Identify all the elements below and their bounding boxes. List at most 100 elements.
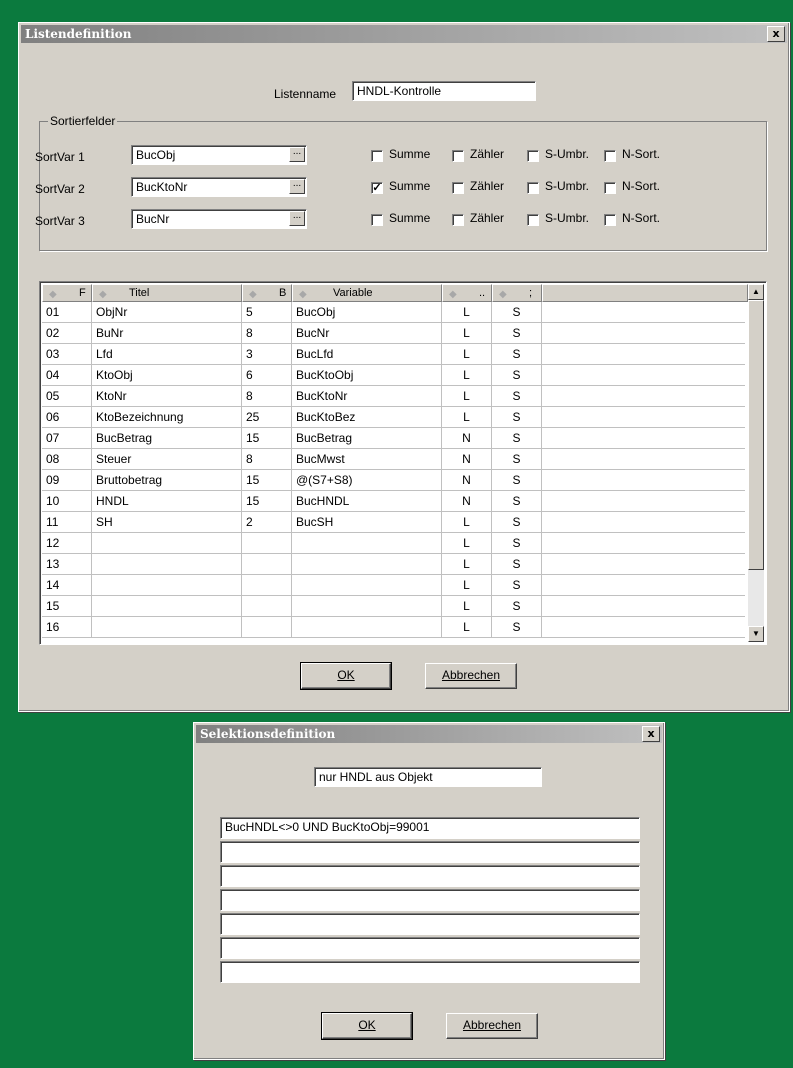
header-variable[interactable]: ◆ Variable bbox=[292, 284, 442, 302]
cell-f[interactable]: 09 bbox=[42, 470, 92, 490]
scroll-thumb[interactable] bbox=[748, 300, 764, 570]
cell-b[interactable]: 3 bbox=[242, 344, 292, 364]
cell-f[interactable]: 03 bbox=[42, 344, 92, 364]
cell-align[interactable]: S bbox=[492, 323, 542, 343]
cell-variable[interactable]: BucKtoBez bbox=[292, 407, 442, 427]
cell-titel[interactable]: KtoObj bbox=[92, 365, 242, 385]
condition-input[interactable] bbox=[220, 865, 640, 887]
table-row[interactable]: 16 L S bbox=[42, 617, 745, 638]
browse-button[interactable]: ... bbox=[289, 179, 305, 194]
cell-titel[interactable]: KtoBezeichnung bbox=[92, 407, 242, 427]
cell-type[interactable]: L bbox=[442, 554, 492, 574]
sortvar-input[interactable]: BucNr... bbox=[131, 209, 307, 229]
cell-type[interactable]: L bbox=[442, 302, 492, 322]
cell-f[interactable]: 11 bbox=[42, 512, 92, 532]
table-row[interactable]: 11 SH 2 BucSH L S bbox=[42, 512, 745, 533]
cell-variable[interactable]: BucBetrag bbox=[292, 428, 442, 448]
cell-align[interactable]: S bbox=[492, 344, 542, 364]
sel-cancel-button[interactable]: Abbrechen bbox=[446, 1013, 538, 1039]
selection-name-input[interactable]: nur HNDL aus Objekt bbox=[314, 767, 542, 787]
cell-titel[interactable] bbox=[92, 617, 242, 637]
close-button[interactable]: x bbox=[642, 726, 660, 742]
cell-align[interactable]: S bbox=[492, 470, 542, 490]
cell-f[interactable]: 04 bbox=[42, 365, 92, 385]
header-c6[interactable]: ◆; bbox=[492, 284, 542, 302]
cell-titel[interactable] bbox=[92, 575, 242, 595]
cell-align[interactable]: S bbox=[492, 533, 542, 553]
sortvar-input[interactable]: BucKtoNr... bbox=[131, 177, 307, 197]
cell-align[interactable]: S bbox=[492, 554, 542, 574]
cell-type[interactable]: L bbox=[442, 365, 492, 385]
listenname-input[interactable]: HNDL-Kontrolle bbox=[352, 81, 536, 101]
cell-b[interactable] bbox=[242, 554, 292, 574]
cell-type[interactable]: L bbox=[442, 323, 492, 343]
cell-f[interactable]: 05 bbox=[42, 386, 92, 406]
cell-titel[interactable]: Steuer bbox=[92, 449, 242, 469]
checkbox-sumbr[interactable] bbox=[527, 182, 539, 194]
cell-variable[interactable]: BucMwst bbox=[292, 449, 442, 469]
cell-f[interactable]: 08 bbox=[42, 449, 92, 469]
cell-type[interactable]: N bbox=[442, 491, 492, 511]
header-f[interactable]: ◆ F bbox=[42, 284, 92, 302]
sortvar-input[interactable]: BucObj... bbox=[131, 145, 307, 165]
cell-align[interactable]: S bbox=[492, 365, 542, 385]
condition-input[interactable] bbox=[220, 889, 640, 911]
scroll-down-icon[interactable]: ▼ bbox=[748, 626, 764, 642]
cell-titel[interactable] bbox=[92, 533, 242, 553]
header-c5[interactable]: ◆.. bbox=[442, 284, 492, 302]
cell-align[interactable]: S bbox=[492, 512, 542, 532]
table-row[interactable]: 12 L S bbox=[42, 533, 745, 554]
cancel-button[interactable]: Abbrechen bbox=[425, 663, 517, 689]
cell-titel[interactable]: BuNr bbox=[92, 323, 242, 343]
header-titel[interactable]: ◆ Titel bbox=[92, 284, 242, 302]
cell-f[interactable]: 02 bbox=[42, 323, 92, 343]
browse-button[interactable]: ... bbox=[289, 147, 305, 162]
table-row[interactable]: 14 L S bbox=[42, 575, 745, 596]
cell-titel[interactable]: Lfd bbox=[92, 344, 242, 364]
cell-titel[interactable]: HNDL bbox=[92, 491, 242, 511]
cell-b[interactable]: 8 bbox=[242, 449, 292, 469]
cell-b[interactable]: 15 bbox=[242, 491, 292, 511]
cell-variable[interactable] bbox=[292, 617, 442, 637]
condition-input[interactable]: BucHNDL<>0 UND BucKtoObj=99001 bbox=[220, 817, 640, 839]
checkbox-summe[interactable]: ✓ bbox=[371, 182, 383, 194]
cell-variable[interactable]: BucKtoNr bbox=[292, 386, 442, 406]
header-b[interactable]: ◆ B bbox=[242, 284, 292, 302]
sel-ok-button[interactable]: OK bbox=[321, 1012, 413, 1040]
cell-align[interactable]: S bbox=[492, 449, 542, 469]
table-row[interactable]: 13 L S bbox=[42, 554, 745, 575]
cell-b[interactable] bbox=[242, 575, 292, 595]
cell-b[interactable] bbox=[242, 617, 292, 637]
cell-align[interactable]: S bbox=[492, 302, 542, 322]
cell-f[interactable]: 15 bbox=[42, 596, 92, 616]
cell-variable[interactable] bbox=[292, 596, 442, 616]
cell-titel[interactable] bbox=[92, 554, 242, 574]
table-row[interactable]: 05 KtoNr 8 BucKtoNr L S bbox=[42, 386, 745, 407]
cell-b[interactable] bbox=[242, 596, 292, 616]
table-row[interactable]: 01 ObjNr 5 BucObj L S bbox=[42, 302, 745, 323]
checkbox-nsort[interactable] bbox=[604, 182, 616, 194]
title-bar[interactable]: Listendefinition x bbox=[21, 25, 787, 43]
checkbox-sumbr[interactable] bbox=[527, 150, 539, 162]
cell-b[interactable]: 6 bbox=[242, 365, 292, 385]
cell-f[interactable]: 06 bbox=[42, 407, 92, 427]
cell-align[interactable]: S bbox=[492, 575, 542, 595]
cell-variable[interactable]: BucLfd bbox=[292, 344, 442, 364]
cell-titel[interactable]: SH bbox=[92, 512, 242, 532]
checkbox-summe[interactable] bbox=[371, 214, 383, 226]
cell-align[interactable]: S bbox=[492, 407, 542, 427]
browse-button[interactable]: ... bbox=[289, 211, 305, 226]
cell-f[interactable]: 16 bbox=[42, 617, 92, 637]
table-row[interactable]: 10 HNDL 15 BucHNDL N S bbox=[42, 491, 745, 512]
cell-f[interactable]: 14 bbox=[42, 575, 92, 595]
table-row[interactable]: 02 BuNr 8 BucNr L S bbox=[42, 323, 745, 344]
cell-type[interactable]: N bbox=[442, 449, 492, 469]
table-row[interactable]: 03 Lfd 3 BucLfd L S bbox=[42, 344, 745, 365]
cell-type[interactable]: L bbox=[442, 407, 492, 427]
cell-b[interactable]: 25 bbox=[242, 407, 292, 427]
cell-variable[interactable]: BucObj bbox=[292, 302, 442, 322]
cell-titel[interactable]: ObjNr bbox=[92, 302, 242, 322]
checkbox-nsort[interactable] bbox=[604, 214, 616, 226]
cell-type[interactable]: L bbox=[442, 596, 492, 616]
cell-type[interactable]: L bbox=[442, 512, 492, 532]
